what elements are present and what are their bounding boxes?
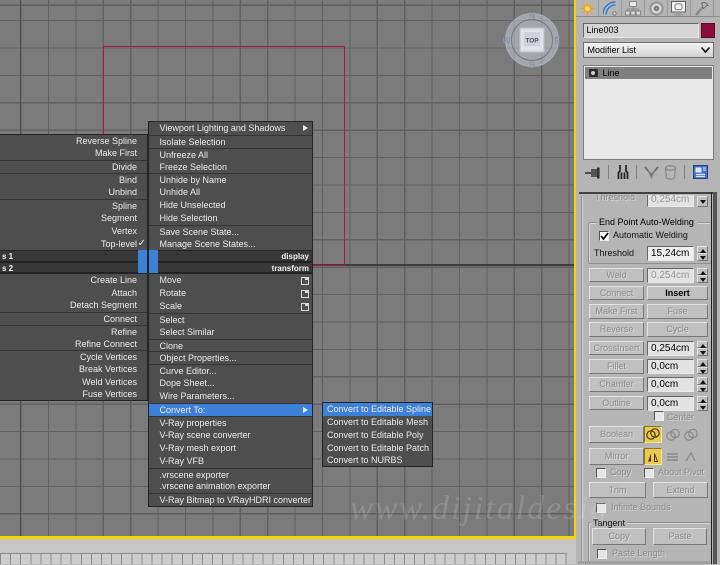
svg-text:E: E bbox=[554, 36, 560, 46]
svg-text:S: S bbox=[529, 60, 535, 69]
svg-text:W: W bbox=[503, 36, 511, 46]
svg-text:TOP: TOP bbox=[525, 38, 539, 45]
svg-text:N: N bbox=[529, 11, 536, 21]
